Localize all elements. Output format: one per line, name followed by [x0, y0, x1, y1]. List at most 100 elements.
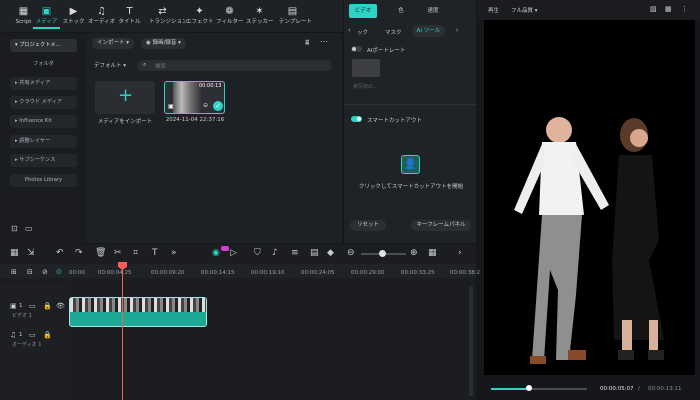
preview-scrub-handle[interactable]	[526, 385, 532, 391]
sparkle-icon: ✦	[195, 6, 204, 17]
smart-cutout-toggle[interactable]	[351, 116, 362, 122]
music-note-icon: ♫	[97, 6, 106, 17]
zoom-in-icon[interactable]: ⊕	[410, 248, 418, 258]
ai-portrait-label: AIポートレート	[367, 48, 406, 54]
subtab-mask[interactable]: マスク	[385, 28, 402, 36]
marker-icon[interactable]: ◆	[327, 248, 334, 258]
filter-funnel-icon[interactable]: ⩩	[305, 38, 309, 48]
ai-portrait-toggle[interactable]	[351, 46, 362, 52]
select-tool-icon[interactable]: ⇲	[27, 248, 35, 258]
sidebar-item-folder[interactable]: フォルダ	[10, 58, 77, 71]
sidebar-item-influence-kit[interactable]: ▸ Influence Kit	[10, 115, 77, 128]
more-tools-icon[interactable]: »	[171, 248, 177, 258]
ruler-label: 00:00:19:10	[251, 270, 285, 276]
quality-dropdown[interactable]: フル品質 ▾	[511, 6, 538, 14]
playhead[interactable]	[122, 262, 123, 400]
toolbar-title[interactable]: T タイトル	[116, 6, 143, 27]
snapshot-icon[interactable]: ▨	[650, 5, 657, 13]
snap-icon[interactable]: ⊙	[56, 268, 62, 276]
folder-icon[interactable]: ▭	[29, 302, 36, 310]
toolbar-filter[interactable]: ❁ フィルター	[216, 6, 243, 27]
text-icon[interactable]: T	[152, 248, 158, 258]
more-icon[interactable]: ⋯	[320, 37, 328, 46]
new-badge	[221, 246, 229, 251]
ruler-label: 00:00:09:20	[151, 270, 185, 276]
video-clip[interactable]	[69, 297, 207, 327]
shield-icon[interactable]: ⛉	[254, 248, 261, 258]
subtab-ai-tools[interactable]: AI ツール	[412, 25, 445, 37]
chevron-left-icon[interactable]: ‹	[348, 27, 350, 34]
import-media-tile[interactable]: +	[95, 81, 155, 114]
link-icon[interactable]: ⊘	[42, 268, 48, 276]
grid-icon[interactable]: ▦	[428, 248, 437, 258]
toolbar-sticker[interactable]: ✶ ステッカー	[246, 6, 274, 27]
list-icon[interactable]: ≡	[291, 248, 299, 258]
sidebar-item-adjustment-layer[interactable]: ▸ 調整レイヤー	[10, 135, 77, 148]
folder-icon[interactable]: ▭	[25, 224, 33, 233]
media-clip-thumbnail[interactable]: 00:00:13 ▣ ⊖ ✓	[164, 81, 225, 114]
lock-icon[interactable]: 🔒	[43, 302, 52, 310]
audio-track-label: オーディオ 1	[12, 342, 42, 348]
mic-icon[interactable]: ♪	[272, 248, 278, 258]
zoom-out-icon[interactable]: ⊖	[347, 248, 355, 258]
audio-track-icon: ♫	[10, 331, 17, 339]
tab-color[interactable]: 色	[390, 4, 412, 18]
smart-cutout-label: スマートカットアウト	[367, 118, 422, 124]
sidebar-item-project-media[interactable]: ▾ プロジェクトメ…	[10, 39, 77, 52]
toolbar-transition[interactable]: ⇄ トランジション	[149, 6, 188, 27]
scissors-icon[interactable]: ✂	[114, 248, 122, 258]
more-icon[interactable]: ⋮	[681, 5, 688, 13]
sidebar-item-photos-library[interactable]: Photos Library	[10, 174, 77, 187]
play-icon[interactable]: ▷	[230, 248, 237, 258]
chevron-right-icon[interactable]: ›	[456, 27, 458, 34]
toolbar-stock[interactable]: ▶ ストック	[60, 6, 87, 27]
eye-icon[interactable]: 👁	[56, 302, 65, 310]
toolbar-audio[interactable]: ♫ オーディオ	[88, 6, 115, 27]
timeline-scrollbar[interactable]	[469, 286, 473, 396]
add-track-icon[interactable]: ⊞	[11, 268, 17, 276]
new-folder-icon[interactable]: ⊡	[11, 224, 18, 233]
media-toolbar: ▦ Script ▣ メディア ▶ ストック ♫ オーディオ T タイトル ⇄ トランジショ…	[0, 0, 343, 32]
keyframe-panel-button[interactable]: キーフレームパネル	[411, 220, 471, 231]
media-icon: ▣	[41, 6, 52, 17]
lock-icon[interactable]: 🔒	[43, 331, 52, 339]
video-type-icon: ▣	[168, 103, 174, 110]
smart-cutout-start[interactable]: クリックしてスマートカットアウトを開始	[351, 182, 471, 190]
ruler-label: 00:00:38:2	[450, 270, 481, 276]
chevron-right-icon[interactable]: ›	[458, 248, 462, 258]
ai-assist-icon[interactable]: ◉	[212, 248, 220, 258]
tab-video[interactable]: ビデオ	[349, 4, 377, 18]
current-time: 00:00:05:07	[600, 386, 634, 392]
sidebar-item-cloud-media[interactable]: ▸ クラウド メディア	[10, 96, 77, 109]
grid-view-icon[interactable]: ▦	[665, 5, 672, 13]
tab-speed[interactable]: 速度	[420, 4, 446, 18]
reset-button[interactable]: リセット	[350, 220, 386, 231]
ruler-label: 00:00:29:00	[351, 270, 385, 276]
check-icon: ✓	[213, 101, 223, 111]
sidebar-item-shared-media[interactable]: ▸ 共有メディア	[10, 77, 77, 90]
toolbar-effect[interactable]: ✦ エフェクト	[186, 6, 214, 27]
folder-icon[interactable]: ▭	[29, 331, 36, 339]
sidebar-item-subsequence[interactable]: ▸ サブシーケンス	[10, 154, 77, 167]
import-dropdown[interactable]: インポート ▾	[92, 38, 135, 49]
clip-menu-icon[interactable]: ⊖	[203, 102, 208, 109]
layout-icon[interactable]: ▦	[10, 248, 19, 258]
ai-portrait-thumbnail	[352, 59, 380, 77]
media-track-icon[interactable]: ⊟	[27, 268, 33, 276]
toolbar-media[interactable]: ▣ メディア	[33, 6, 60, 29]
toolbar-template[interactable]: ▤ テンプレート	[279, 6, 312, 27]
stack-icon[interactable]: ▤	[310, 248, 319, 258]
search-input[interactable]: ⌕ 検索	[137, 60, 332, 71]
video-track-icon: ▣	[10, 302, 17, 310]
undo-icon[interactable]: ↶	[56, 248, 64, 258]
video-preview[interactable]	[484, 20, 695, 375]
crop-icon[interactable]: ⌗	[133, 248, 138, 258]
record-dropdown[interactable]: ◉ 録画/録音 ▾	[141, 38, 186, 49]
ruler-label: 00:00	[69, 270, 85, 276]
person-cutout-icon[interactable]: 👤	[401, 155, 420, 174]
redo-icon[interactable]: ↷	[75, 248, 83, 258]
zoom-slider-handle[interactable]	[379, 250, 386, 257]
subtab-block[interactable]: ック	[357, 28, 368, 36]
sort-dropdown[interactable]: デフォルト ▾	[94, 61, 126, 69]
delete-icon[interactable]: 🗑	[95, 248, 106, 258]
